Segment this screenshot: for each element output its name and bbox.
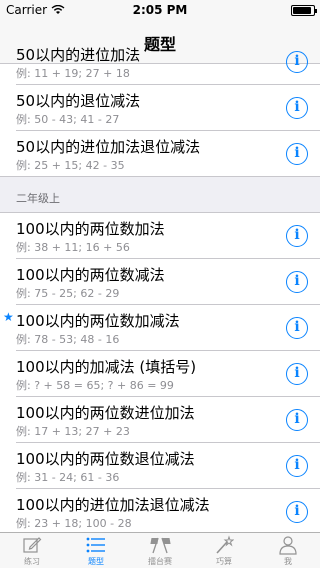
tab-arena[interactable]: 擂台赛 [128,533,192,568]
info-icon[interactable]: i [286,455,308,477]
section-header-label: 二年级上 [16,192,60,205]
list-icon [86,537,105,553]
list-item-subtitle: 例: 31 - 24; 61 - 36 [16,471,120,484]
tab-practice[interactable]: 练习 [0,533,64,568]
list-item[interactable]: 100以内的两位数进位加法 例: 17 + 13; 27 + 23 i [16,397,320,443]
info-icon[interactable]: i [286,271,308,293]
status-time: 2:05 PM [132,3,188,17]
list-item[interactable]: 100以内的进位加法退位减法 例: 23 + 18; 100 - 28 i [16,489,320,532]
list-item-title: 50以内的进位加法退位减法 [16,138,201,156]
person-icon [279,536,297,555]
list-item-title: 100以内的两位数加减法 [16,312,180,330]
list-item-title: 100以内的两位数退位减法 [16,450,195,468]
info-icon[interactable]: i [286,501,308,523]
list-item[interactable]: 100以内的两位数减法 例: 75 - 25; 62 - 29 i [16,259,320,305]
list-item-title: 100以内的两位数减法 [16,266,165,284]
list-item-title: 50以内的进位加法 [16,46,141,64]
tab-quick-calc[interactable]: 巧算 [192,533,256,568]
star-icon: ★ [3,310,14,324]
list-item-title: 100以内的加减法 (填括号) [16,358,197,376]
list-item[interactable]: 50以内的退位减法 例: 50 - 43; 41 - 27 i [16,85,320,131]
info-icon[interactable]: i [286,143,308,165]
list-item-subtitle: 例: 23 + 18; 100 - 28 [16,517,132,530]
list-item-title: 50以内的退位减法 [16,92,141,110]
info-icon[interactable]: i [286,225,308,247]
list-item-title: 100以内的两位数加法 [16,220,165,238]
info-icon[interactable]: i [286,97,308,119]
info-icon[interactable]: i [286,409,308,431]
list-item-subtitle: 例: 11 + 19; 27 + 18 [16,67,130,80]
list-item-subtitle: 例: 17 + 13; 27 + 23 [16,425,130,438]
checkered-flags-icon [150,537,171,554]
list-item[interactable]: 100以内的两位数加法 例: 38 + 11; 16 + 56 i [16,213,320,259]
list-item-subtitle: 例: ? + 58 = 65; ? + 86 = 99 [16,379,174,392]
info-icon[interactable]: i [286,363,308,385]
list-item-subtitle: 例: 38 + 11; 16 + 56 [16,241,130,254]
list-item-subtitle: 例: 78 - 53; 48 - 16 [16,333,120,346]
list-item-subtitle: 例: 25 + 15; 42 - 35 [16,159,125,172]
tab-bar: 练习 题型 擂台赛 巧算 我 [0,532,320,568]
pencil-square-icon [23,537,42,553]
section-header: 二年级上 [0,177,320,213]
list-item[interactable]: ★ 100以内的两位数加减法 例: 78 - 53; 48 - 16 i [3,305,320,351]
status-bar: Carrier 2:05 PM [0,0,320,20]
info-icon[interactable]: i [286,51,308,73]
list-item-title: 100以内的进位加法退位减法 [16,496,210,514]
battery-icon [291,5,317,16]
magic-wand-icon [216,535,234,554]
list-item[interactable]: 50以内的进位加法 例: 11 + 19; 27 + 18 i [16,45,320,85]
list-item-title: 100以内的两位数进位加法 [16,404,195,422]
list-item-subtitle: 例: 75 - 25; 62 - 29 [16,287,120,300]
list-item[interactable]: 100以内的加减法 (填括号) 例: ? + 58 = 65; ? + 86 =… [16,351,320,397]
list-item[interactable]: 100以内的两位数退位减法 例: 31 - 24; 61 - 36 i [16,443,320,489]
tab-question-types[interactable]: 题型 [64,533,128,568]
tab-me[interactable]: 我 [256,533,320,568]
question-type-list[interactable]: 50以内的进位加法 例: 11 + 19; 27 + 18 i 50以内的退位减… [0,45,320,532]
info-icon[interactable]: i [286,317,308,339]
list-item-subtitle: 例: 50 - 43; 41 - 27 [16,113,120,126]
list-item[interactable]: 50以内的进位加法退位减法 例: 25 + 15; 42 - 35 i [0,131,320,177]
